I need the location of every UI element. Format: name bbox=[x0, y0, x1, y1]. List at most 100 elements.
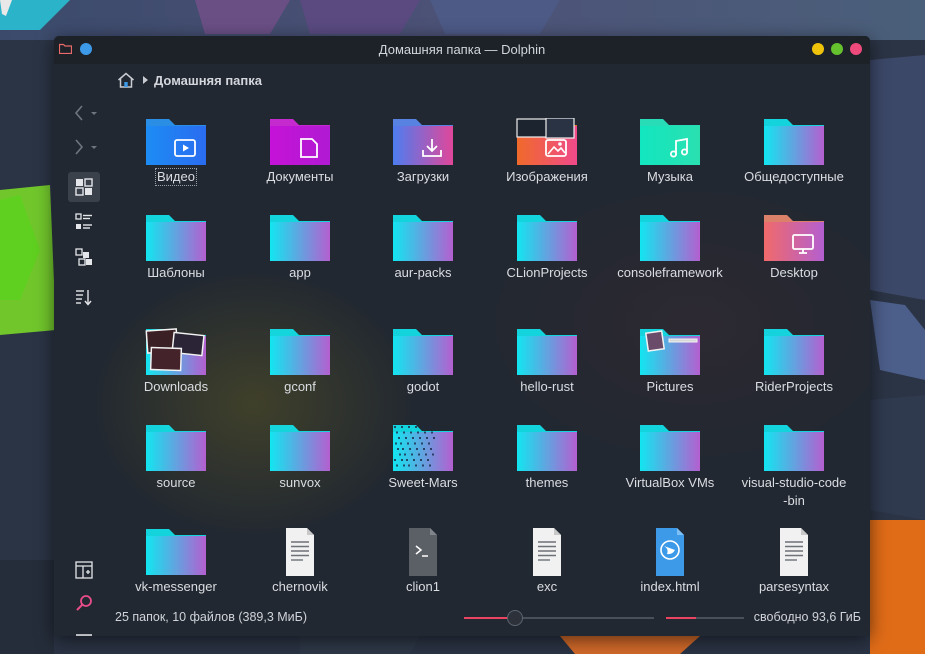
file-item[interactable]: parsesyntax bbox=[738, 528, 850, 596]
item-label: app bbox=[289, 265, 311, 280]
folder-icon bbox=[269, 424, 331, 472]
folder-item[interactable]: Загрузки bbox=[367, 118, 479, 186]
sort-button[interactable] bbox=[68, 282, 100, 312]
folder-icon bbox=[763, 328, 825, 376]
folder-icon bbox=[516, 424, 578, 472]
folder-icon bbox=[145, 528, 207, 576]
folder-icon bbox=[516, 328, 578, 376]
details-view-button[interactable] bbox=[68, 207, 100, 237]
item-label: godot bbox=[406, 379, 440, 394]
item-label: CLionProjects bbox=[506, 265, 588, 280]
file-item[interactable]: clion1 bbox=[367, 528, 479, 596]
folder-thumbs-icon bbox=[145, 328, 207, 376]
folder-item[interactable]: gconf bbox=[244, 328, 356, 396]
folder-item[interactable]: app bbox=[244, 214, 356, 282]
folder-item[interactable]: hello-rust bbox=[491, 328, 603, 396]
item-label: Видео bbox=[155, 168, 197, 186]
folder-item[interactable]: consoleframework bbox=[614, 214, 726, 282]
free-space-bar-fill bbox=[666, 617, 696, 619]
folder-item[interactable]: Документы bbox=[244, 118, 356, 186]
toolbar-sidebar bbox=[54, 64, 112, 636]
breadcrumb: Домашняя папка bbox=[117, 70, 262, 90]
folder-item[interactable]: visual-studio-code-bin bbox=[738, 424, 850, 510]
folder-item[interactable]: godot bbox=[367, 328, 479, 396]
folder-item[interactable]: Pictures bbox=[614, 328, 726, 396]
item-label: vk-messenger bbox=[135, 579, 217, 594]
icons-view-button[interactable] bbox=[68, 172, 100, 202]
item-label: visual-studio-code-bin bbox=[741, 475, 847, 508]
item-label: Desktop bbox=[770, 265, 818, 280]
back-button[interactable] bbox=[68, 98, 100, 128]
text-file-icon bbox=[269, 528, 331, 576]
zoom-slider[interactable] bbox=[464, 610, 654, 626]
folder-desktop-icon bbox=[763, 214, 825, 262]
text-file-icon bbox=[763, 528, 825, 576]
zoom-slider-handle[interactable] bbox=[507, 610, 524, 626]
folder-item[interactable]: vk-messenger bbox=[120, 528, 232, 596]
item-label: aur-packs bbox=[394, 265, 452, 280]
forward-button[interactable] bbox=[68, 132, 100, 162]
item-label: index.html bbox=[640, 579, 700, 594]
html-file-icon bbox=[639, 528, 701, 576]
folder-item[interactable]: CLionProjects bbox=[491, 214, 603, 282]
item-label: hello-rust bbox=[520, 379, 574, 394]
item-label: Изображения bbox=[506, 169, 588, 184]
chevron-right-icon bbox=[75, 139, 97, 155]
file-view: Видео Документы Загрузки Изображения Музыка О… bbox=[120, 108, 860, 604]
folder-item[interactable]: Общедоступные bbox=[738, 118, 850, 186]
folder-item[interactable]: Изображения bbox=[491, 118, 603, 186]
script-file-icon bbox=[392, 528, 454, 576]
folder-item[interactable]: aur-packs bbox=[367, 214, 479, 282]
item-label: Downloads bbox=[143, 379, 209, 394]
minimize-button[interactable] bbox=[812, 43, 824, 55]
item-label: exc bbox=[536, 579, 558, 594]
folder-downloads-icon bbox=[392, 118, 454, 166]
folder-icon bbox=[145, 424, 207, 472]
file-item[interactable]: index.html bbox=[614, 528, 726, 596]
item-label: source bbox=[156, 475, 196, 490]
free-space-bar bbox=[666, 617, 744, 619]
item-label: Общедоступные bbox=[744, 169, 844, 184]
breadcrumb-current[interactable]: Домашняя папка bbox=[154, 73, 262, 88]
item-label: Шаблоны bbox=[147, 265, 205, 280]
folder-documents-icon bbox=[269, 118, 331, 166]
item-label: Документы bbox=[266, 169, 334, 184]
panel-icon bbox=[75, 561, 93, 579]
file-item[interactable]: chernovik bbox=[244, 528, 356, 596]
file-item[interactable]: exc bbox=[491, 528, 603, 596]
folder-icon bbox=[145, 214, 207, 262]
folder-item[interactable]: sunvox bbox=[244, 424, 356, 492]
folder-item[interactable]: source bbox=[120, 424, 232, 492]
folder-item[interactable]: Sweet-Mars bbox=[367, 424, 479, 492]
folder-item[interactable]: themes bbox=[491, 424, 603, 492]
item-label: RiderProjects bbox=[754, 379, 834, 394]
folder-item[interactable]: Desktop bbox=[738, 214, 850, 282]
folder-icon bbox=[763, 424, 825, 472]
folder-thumbs-small-icon bbox=[639, 328, 701, 376]
maximize-button[interactable] bbox=[831, 43, 843, 55]
folder-item[interactable]: Видео bbox=[120, 118, 232, 186]
folder-item[interactable]: RiderProjects bbox=[738, 328, 850, 396]
close-button[interactable] bbox=[850, 43, 862, 55]
sort-icon bbox=[76, 290, 92, 306]
folder-item[interactable]: Шаблоны bbox=[120, 214, 232, 282]
home-icon[interactable] bbox=[117, 72, 135, 88]
item-label: Загрузки bbox=[396, 169, 450, 184]
item-label: chernovik bbox=[272, 579, 328, 594]
compact-view-button[interactable] bbox=[68, 242, 100, 272]
folder-icon bbox=[639, 214, 701, 262]
item-label: sunvox bbox=[279, 475, 321, 490]
title-bar: Домашняя папка — Dolphin bbox=[54, 36, 870, 64]
folder-video-icon bbox=[145, 118, 207, 166]
folder-icon bbox=[392, 214, 454, 262]
text-file-icon bbox=[516, 528, 578, 576]
folder-item[interactable]: Downloads bbox=[120, 328, 232, 396]
folder-item[interactable]: Музыка bbox=[614, 118, 726, 186]
dolphin-window: Домашняя папка — Dolphin Домашняя папка … bbox=[54, 36, 870, 636]
status-bar: 25 папок, 10 файлов (389,3 МиБ) свободно… bbox=[54, 600, 870, 636]
folder-icon bbox=[269, 328, 331, 376]
folder-icon bbox=[269, 214, 331, 262]
item-label: parsesyntax bbox=[758, 579, 830, 594]
folder-item[interactable]: VirtualBox VMs bbox=[614, 424, 726, 492]
split-view-button[interactable] bbox=[68, 555, 100, 585]
